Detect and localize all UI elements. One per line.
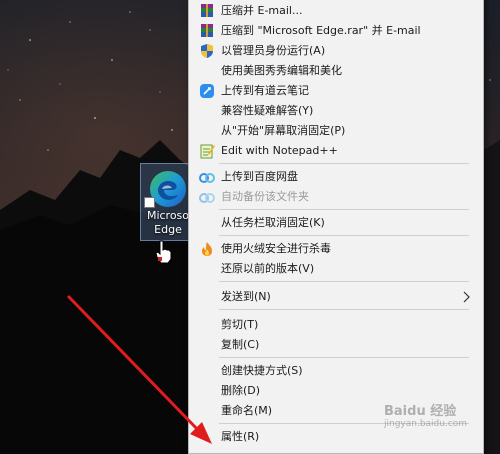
- menu-item-huorong-scan[interactable]: 使用火绒安全进行杀毒: [189, 239, 483, 259]
- menu-item-edit-notepadpp[interactable]: Edit with Notepad++: [189, 141, 483, 161]
- menu-item-auto-backup: 自动备份该文件夹: [189, 187, 483, 207]
- winrar-icon: [201, 4, 213, 17]
- baidu-netdisk-icon: [199, 193, 215, 203]
- menu-item-label: Edit with Notepad++: [221, 144, 338, 157]
- menu-item-label: 复制(C): [221, 338, 260, 351]
- baidu-netdisk-icon: [199, 173, 215, 183]
- menu-separator: [219, 163, 469, 164]
- chevron-right-icon: [463, 291, 470, 303]
- menu-item-restore-versions[interactable]: 还原以前的版本(V): [189, 259, 483, 279]
- huorong-icon: [202, 242, 212, 256]
- menu-item-compatibility[interactable]: 兼容性疑难解答(Y): [189, 101, 483, 121]
- menu-item-unpin-start[interactable]: 从"开始"屏幕取消固定(P): [189, 121, 483, 141]
- menu-item-label: 以管理员身份运行(A): [221, 44, 326, 57]
- menu-item-label: 兼容性疑难解答(Y): [221, 104, 314, 117]
- menu-item-label: 还原以前的版本(V): [221, 262, 315, 275]
- menu-item-label: 压缩到 "Microsoft Edge.rar" 并 E-mail: [221, 24, 421, 37]
- menu-item-label: 压缩并 E-mail...: [221, 4, 303, 17]
- menu-item-compress-to-rar-email[interactable]: 压缩到 "Microsoft Edge.rar" 并 E-mail: [189, 21, 483, 41]
- menu-item-upload-baidu[interactable]: 上传到百度网盘: [189, 167, 483, 187]
- menu-item-label: 上传到有道云笔记: [221, 84, 309, 97]
- menu-item-label: 自动备份该文件夹: [221, 190, 309, 203]
- watermark-subtitle: jingyan.baidu.com: [384, 419, 468, 429]
- menu-item-label: 发送到(N): [221, 290, 271, 303]
- notepad-plus-plus-icon: [200, 144, 215, 159]
- menu-item-label: 创建快捷方式(S): [221, 364, 303, 377]
- shield-icon: [201, 44, 213, 58]
- menu-item-label: 剪切(T): [221, 318, 259, 331]
- menu-item-cut[interactable]: 剪切(T): [189, 315, 483, 335]
- menu-item-label: 从任务栏取消固定(K): [221, 216, 325, 229]
- menu-item-label: 使用美图秀秀编辑和美化: [221, 64, 342, 77]
- menu-item-send-to[interactable]: 发送到(N): [189, 287, 483, 307]
- menu-item-create-shortcut[interactable]: 创建快捷方式(S): [189, 361, 483, 381]
- youdao-note-icon: [200, 84, 214, 98]
- menu-separator: [219, 309, 469, 310]
- menu-item-copy[interactable]: 复制(C): [189, 335, 483, 355]
- menu-item-delete[interactable]: 删除(D): [189, 381, 483, 401]
- menu-item-meitu-edit[interactable]: 使用美图秀秀编辑和美化: [189, 61, 483, 81]
- menu-item-label: 从"开始"屏幕取消固定(P): [221, 124, 346, 137]
- menu-item-upload-youdao[interactable]: 上传到有道云笔记: [189, 81, 483, 101]
- menu-item-run-as-admin[interactable]: 以管理员身份运行(A): [189, 41, 483, 61]
- menu-item-unpin-taskbar[interactable]: 从任务栏取消固定(K): [189, 213, 483, 233]
- menu-separator: [219, 235, 469, 236]
- winrar-icon: [201, 24, 213, 37]
- menu-item-label: 属性(R): [221, 430, 260, 443]
- menu-item-label: 删除(D): [221, 384, 261, 397]
- menu-separator: [219, 281, 469, 282]
- shortcut-arrow-icon: [144, 197, 155, 208]
- menu-item-label: 使用火绒安全进行杀毒: [221, 242, 331, 255]
- hand-cursor-icon: [155, 240, 172, 264]
- baidu-jingyan-watermark: Baidu 经验 jingyan.baidu.com: [384, 400, 494, 450]
- menu-separator: [219, 357, 469, 358]
- menu-item-compress-email[interactable]: 压缩并 E-mail...: [189, 1, 483, 21]
- watermark-title: Baidu 经验: [384, 404, 457, 419]
- context-menu: 压缩并 E-mail... 压缩到 "Microsoft Edge.rar" 并…: [188, 0, 484, 454]
- menu-separator: [219, 209, 469, 210]
- menu-item-label: 上传到百度网盘: [221, 170, 298, 183]
- menu-item-label: 重命名(M): [221, 404, 273, 417]
